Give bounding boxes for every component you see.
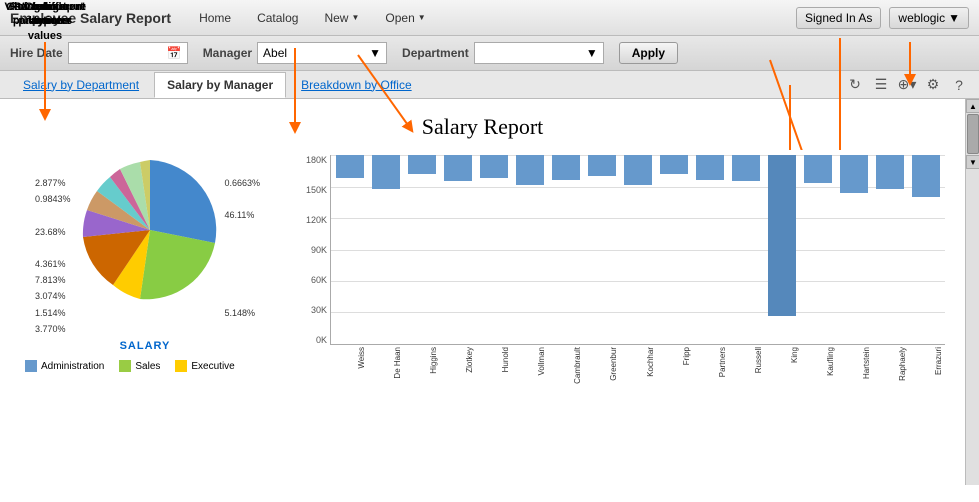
main-content: Salary Report 2.877% 0.9843% 23.68% 4.36… [0,99,979,485]
nav-catalog[interactable]: Catalog [249,7,306,29]
bar-x-axis: Weiss De Haan Higgins Zlotkey Hunold Vol… [330,347,945,375]
pie-chart: 2.877% 0.9843% 23.68% 4.361% 7.813% 3.07… [35,155,255,335]
legend-exec-box [175,360,187,372]
manager-group: Manager Abel ▼ [203,42,387,64]
tabs-right-icons: ↻ ☰ ⊕▾ ⚙ ? [845,75,969,95]
bar-russell [729,155,763,344]
bars-container [333,155,943,344]
bar-chart-wrapper: 180K 150K 120K 90K 60K 30K 0K [295,155,950,375]
dept-caret-icon: ▼ [586,46,598,60]
scroll-thumb[interactable] [967,114,979,154]
bar-errazuri [909,155,943,344]
weblogic-caret-icon: ▼ [948,11,960,25]
settings-icon[interactable]: ⚙ [923,75,943,95]
scroll-down-button[interactable]: ▼ [966,155,979,169]
params-row: Hire Date 📅 Manager Abel ▼ Department ▼ … [10,42,969,64]
app-title: Employee Salary Report [10,10,171,26]
bar-y-axis: 180K 150K 120K 90K 60K 30K 0K [295,155,327,345]
bar-chart-area [330,155,945,345]
hire-date-group: Hire Date 📅 [10,42,188,64]
pie-title: SALARY [15,340,275,352]
legend-sales-box [119,360,131,372]
weblogic-button[interactable]: weblogic ▼ [889,7,969,29]
nav-links: Home Catalog New ▼ Open ▼ [191,7,796,29]
bar-greenbur [585,155,619,344]
bar-fripp [657,155,691,344]
bar-cambrault [549,155,583,344]
bar-raphaely [873,155,907,344]
bar-hunold [477,155,511,344]
scroll-up-button[interactable]: ▲ [966,99,979,113]
help-icon[interactable]: ? [949,75,969,95]
bar-weiss [333,155,367,344]
bar-partners [693,155,727,344]
tab-salary-department[interactable]: Salary by Department [10,72,152,98]
pie-labels-right: 0.6663% 46.11% 5.148% [224,175,260,321]
bar-hartstein [837,155,871,344]
bar-king [765,155,799,344]
manager-label: Manager [203,46,252,60]
manager-select[interactable]: Abel ▼ [257,42,387,64]
tabs-row: Salary by Department Salary by Manager B… [0,71,979,99]
tab-breakdown-office[interactable]: Breakdown by Office [288,72,425,98]
bar-dehaan [369,155,403,344]
nav-home[interactable]: Home [191,7,239,29]
nav-open-dropdown[interactable]: Open ▼ [377,7,433,29]
legend-row: Administration Sales Executive [15,360,275,372]
tab-salary-manager[interactable]: Salary by Manager [154,72,286,98]
pie-labels-left: 2.877% 0.9843% 23.68% 4.361% 7.813% 3.07… [35,175,71,337]
refresh-icon[interactable]: ↻ [845,75,865,95]
nav-right: Signed In As weblogic ▼ [796,7,969,29]
bar-higgins [405,155,439,344]
hire-date-input[interactable]: 📅 [68,42,188,64]
legend-executive: Executive [175,360,234,372]
pie-section: 2.877% 0.9843% 23.68% 4.361% 7.813% 3.07… [15,155,275,372]
nav-new-dropdown[interactable]: New ▼ [316,7,367,29]
department-select[interactable]: ▼ [474,42,604,64]
hire-date-label: Hire Date [10,46,63,60]
charts-row: 2.877% 0.9843% 23.68% 4.361% 7.813% 3.07… [15,155,950,375]
legend-admin-box [25,360,37,372]
bar-vollman [513,155,547,344]
bar-section: 180K 150K 120K 90K 60K 30K 0K [295,155,950,375]
scrollbar[interactable]: ▲ ▼ [965,99,979,485]
content-inner: Salary Report 2.877% 0.9843% 23.68% 4.36… [0,99,965,485]
report-header: Hire Date 📅 Manager Abel ▼ Department ▼ … [0,36,979,71]
bar-zlotkey [441,155,475,344]
calendar-icon: 📅 [167,46,182,60]
report-main-title: Salary Report [15,114,950,140]
navbar: Employee Salary Report Home Catalog New … [0,0,979,36]
output-type-icon[interactable]: ⊕▾ [897,75,917,95]
bar-kaufling [801,155,835,344]
manager-caret-icon: ▼ [369,46,381,60]
department-group: Department ▼ [402,42,604,64]
legend-administration: Administration [25,360,104,372]
apply-button[interactable]: Apply [619,42,678,64]
open-caret-icon: ▼ [418,13,426,22]
pie-svg [75,155,225,305]
bar-kochhar [621,155,655,344]
legend-sales: Sales [119,360,160,372]
signed-in-button[interactable]: Signed In As [796,7,881,29]
department-label: Department [402,46,469,60]
view-list-icon[interactable]: ☰ [871,75,891,95]
new-caret-icon: ▼ [351,13,359,22]
